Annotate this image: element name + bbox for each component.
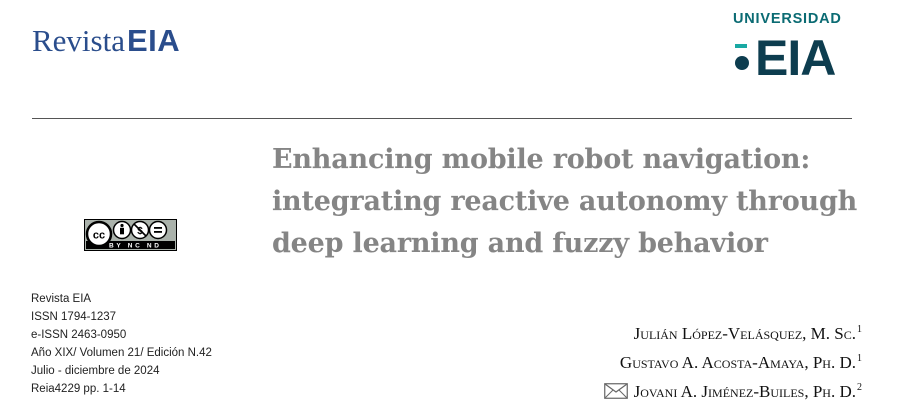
university-logo-dot-icon [735,44,749,70]
journal-info: Revista EIA ISSN 1794-1237 e-ISSN 2463-0… [31,290,212,398]
university-logo-mark: EIA [755,30,836,86]
author-name: Gustavo A. Acosta-Amaya, Ph. D. [619,353,856,372]
article-title-line: deep learning and fuzzy behavior [272,228,768,259]
article-title-line: integrating reactive autonomy through [272,186,858,217]
journal-info-line: Reia4229 pp. 1-14 [31,383,126,395]
author-affiliation: 1 [857,324,862,335]
journal-info-line: Revista EIA [31,293,92,305]
envelope-icon[interactable] [603,383,628,399]
article-title-line: Enhancing mobile robot navigation: [272,144,811,175]
article-title: Enhancing mobile robot navigation: integ… [272,139,882,265]
author-name: Jovani A. Jiménez-Builes, Ph. D. [633,382,856,401]
author-affiliation: 1 [857,353,862,364]
journal-info-line: ISSN 1794-1237 [31,311,117,323]
cc-by-nc-nd-icon[interactable]: cc $ BY NC ND [84,219,177,251]
author-item: Jovani A. Jiménez-Builes, Ph. D.2 [603,377,862,406]
author-affiliation: 2 [857,382,862,393]
university-logo: UNIVERSIDAD EIA [733,10,855,86]
author-item: Julián López-Velásquez, M. Sc.1 [604,319,862,348]
svg-text:cc: cc [93,230,105,242]
journal-info-line: Año XIX/ Volumen 21/ Edición N.42 [31,347,212,359]
journal-info-line: e-ISSN 2463-0950 [31,329,127,341]
university-logo-word: UNIVERSIDAD [733,11,842,27]
header-divider [32,118,852,119]
journal-info-line: Julio - diciembre de 2024 [31,365,160,377]
author-item: Gustavo A. Acosta-Amaya, Ph. D.1 [604,348,862,377]
author-name: Julián López-Velásquez, M. Sc. [633,324,856,343]
journal-logo-mark: EIA [127,23,181,58]
journal-logo-prefix: Revista [32,23,125,58]
journal-logo: RevistaEIA [32,24,180,58]
author-list: Julián López-Velásquez, M. Sc.1 Gustavo … [603,319,862,406]
